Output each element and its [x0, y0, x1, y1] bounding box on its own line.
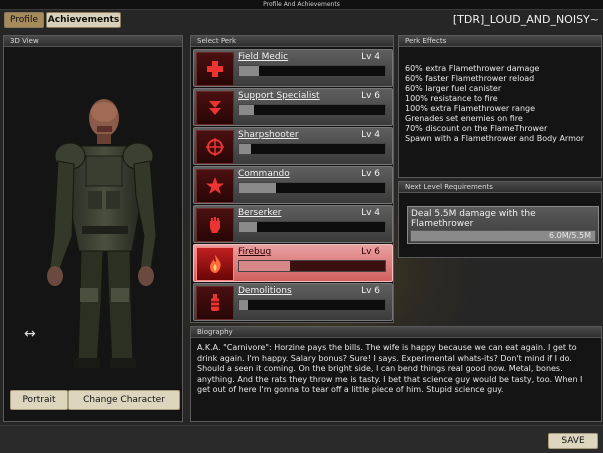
- effect-line: 60% extra Flamethrower damage: [405, 64, 540, 73]
- player-name: [TDR]_LOUD_AND_NOISY~: [452, 13, 599, 26]
- perk-level: Lv 4: [361, 130, 380, 140]
- effect-line: Grenades set enemies on fire: [405, 114, 523, 123]
- character-view-panel: 3D View ↔ Portrait Change Character: [3, 35, 183, 422]
- perk-support-specialist[interactable]: Support Specialist Lv 6: [193, 88, 393, 126]
- select-perk-header: Select Perk: [191, 36, 393, 47]
- change-character-button[interactable]: Change Character: [68, 390, 180, 410]
- perk-name: Demolitions: [238, 286, 292, 296]
- requirement-text: Deal 5.5M damage with the Flamethrower: [411, 209, 536, 229]
- support-arrow-icon: [196, 91, 234, 125]
- requirement-progress-label: 6.0M/5.5M: [549, 231, 591, 240]
- perk-demolitions[interactable]: Demolitions Lv 6: [193, 283, 393, 321]
- effect-line: Spawn with a Flamethrower and Body Armor: [405, 134, 585, 143]
- rotate-arrows-icon[interactable]: ↔: [24, 326, 36, 342]
- perk-progress-bar: [238, 143, 386, 155]
- save-button[interactable]: SAVE: [548, 433, 598, 449]
- perk-progress-bar: [238, 221, 386, 233]
- perk-commando[interactable]: Commando Lv 6: [193, 166, 393, 204]
- requirement-progress-bar: 6.0M/5.5M: [410, 230, 596, 242]
- perk-level: Lv 4: [361, 52, 380, 62]
- effect-line: 60% larger fuel canister: [405, 84, 502, 93]
- perk-progress-bar: [238, 65, 386, 77]
- biography-header: Biography: [191, 327, 601, 338]
- perk-name: Berserker: [238, 208, 282, 218]
- perk-firebug[interactable]: Firebug Lv 6: [193, 244, 393, 282]
- effect-line: 70% discount on the FlameThrower: [405, 124, 548, 133]
- biography-panel: Biography A.K.A. "Carnivore": Horzine pa…: [190, 326, 602, 422]
- next-level-panel: Next Level Requirements Deal 5.5M damage…: [398, 181, 602, 258]
- perk-progress-bar: [238, 104, 386, 116]
- effect-line: 100% resistance to fire: [405, 94, 498, 103]
- fist-icon: [196, 208, 234, 242]
- effect-line: 60% faster Flamethrower reload: [405, 74, 535, 83]
- perk-name: Firebug: [238, 247, 272, 257]
- tab-profile[interactable]: Profile: [4, 12, 44, 28]
- commando-star-icon: [196, 169, 234, 203]
- tab-achievements[interactable]: Achievements: [46, 12, 121, 28]
- requirement-box: Deal 5.5M damage with the Flamethrower 6…: [407, 206, 599, 244]
- perk-name: Support Specialist: [238, 91, 320, 101]
- perk-progress-bar: [238, 182, 386, 194]
- perk-level: Lv 6: [361, 247, 380, 257]
- perk-name: Field Medic: [238, 52, 289, 62]
- perk-name: Sharpshooter: [238, 130, 299, 140]
- select-perk-panel: Select Perk Field Medic Lv 4 Support Spe…: [190, 35, 394, 323]
- perk-effects-header: Perk Effects: [399, 36, 601, 47]
- perk-level: Lv 6: [361, 286, 380, 296]
- perk-field-medic[interactable]: Field Medic Lv 4: [193, 49, 393, 87]
- crosshair-icon: [196, 130, 234, 164]
- perk-sharpshooter[interactable]: Sharpshooter Lv 4: [193, 127, 393, 165]
- next-level-header: Next Level Requirements: [399, 182, 601, 193]
- portrait-button[interactable]: Portrait: [10, 390, 68, 410]
- window-title: Profile And Achievements: [0, 0, 603, 10]
- effect-line: 100% extra Flamethrower range: [405, 104, 536, 113]
- perk-name: Commando: [238, 169, 290, 179]
- flame-icon: [196, 247, 234, 281]
- grenade-icon: [196, 286, 234, 320]
- perk-progress-bar: [238, 260, 386, 272]
- perk-effects-panel: Perk Effects 60% extra Flamethrower dama…: [398, 35, 602, 178]
- bottom-bar: [0, 425, 603, 453]
- perk-effects-list: 60% extra Flamethrower damage 60% faster…: [399, 47, 601, 144]
- perk-progress-bar: [238, 299, 386, 311]
- medic-cross-icon: [196, 52, 234, 86]
- perk-level: Lv 6: [361, 169, 380, 179]
- perk-berserker[interactable]: Berserker Lv 4: [193, 205, 393, 243]
- perk-level: Lv 6: [361, 91, 380, 101]
- biography-text: A.K.A. "Carnivore": Horzine pays the bil…: [197, 343, 583, 394]
- perk-level: Lv 4: [361, 208, 380, 218]
